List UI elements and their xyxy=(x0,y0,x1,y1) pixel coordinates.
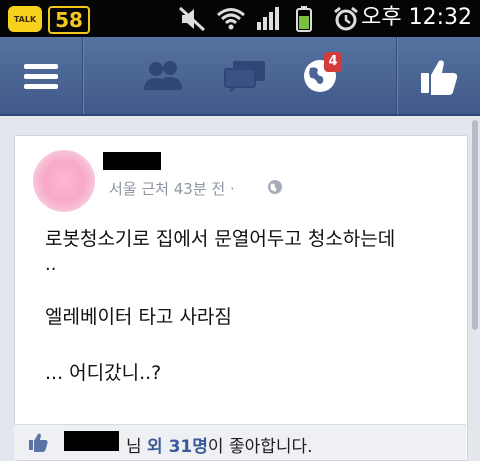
liker-name-redacted[interactable] xyxy=(64,431,119,451)
kakaotalk-icon: TALK xyxy=(8,6,42,32)
author-name-redacted[interactable] xyxy=(103,152,161,170)
likes-summary-bar[interactable]: 님 외 31명이 좋아합니다. xyxy=(14,424,466,460)
public-globe-icon xyxy=(268,180,282,194)
menu-icon xyxy=(24,63,58,89)
notification-count-badge: 58 xyxy=(48,6,90,34)
battery-icon xyxy=(296,6,312,32)
notifications-button[interactable] xyxy=(290,37,350,114)
likes-this-label: 이 좋아합니다. xyxy=(207,437,313,457)
nav-divider xyxy=(82,37,83,114)
menu-button[interactable] xyxy=(0,37,82,114)
notifications-badge: 4 xyxy=(324,52,342,72)
friend-requests-button[interactable] xyxy=(130,37,198,114)
alarm-icon xyxy=(334,6,358,31)
messages-icon xyxy=(224,60,265,93)
friend-requests-icon xyxy=(144,60,182,90)
post-text-line: 엘레베이터 타고 사라짐 xyxy=(45,306,232,328)
like-button[interactable] xyxy=(398,37,480,114)
mute-icon xyxy=(178,6,206,32)
likes-others-link[interactable]: 외 31명 xyxy=(147,437,208,457)
wifi-icon xyxy=(217,8,245,30)
post-text-line: .. xyxy=(45,254,57,275)
post-text-line: 로봇청소기로 집에서 문열어두고 청소하는데 xyxy=(45,228,396,250)
post-meta: 서울 근처 43분 전 · xyxy=(109,180,235,198)
signal-icon xyxy=(257,7,279,30)
avatar[interactable] xyxy=(33,150,95,212)
like-small-icon xyxy=(29,433,48,452)
nav-divider xyxy=(396,37,397,114)
like-thumb-icon xyxy=(421,59,458,95)
facebook-navbar: 4 xyxy=(0,37,480,116)
scrollbar[interactable] xyxy=(472,120,478,330)
status-bar: TALK 58 오후 12:32 xyxy=(0,0,480,37)
post-text-line: ... 어디갔니..? xyxy=(45,362,162,384)
post-card: 서울 근처 43분 전 · 로봇청소기로 집에서 문열어두고 청소하는데 .. … xyxy=(14,135,468,461)
likes-text: 님 외 31명이 좋아합니다. xyxy=(126,432,313,457)
kakaotalk-icon-label: TALK xyxy=(13,14,37,24)
clock-time: 오후 12:32 xyxy=(361,5,472,30)
likes-suffix: 님 xyxy=(126,437,148,457)
messages-button[interactable] xyxy=(210,37,280,114)
